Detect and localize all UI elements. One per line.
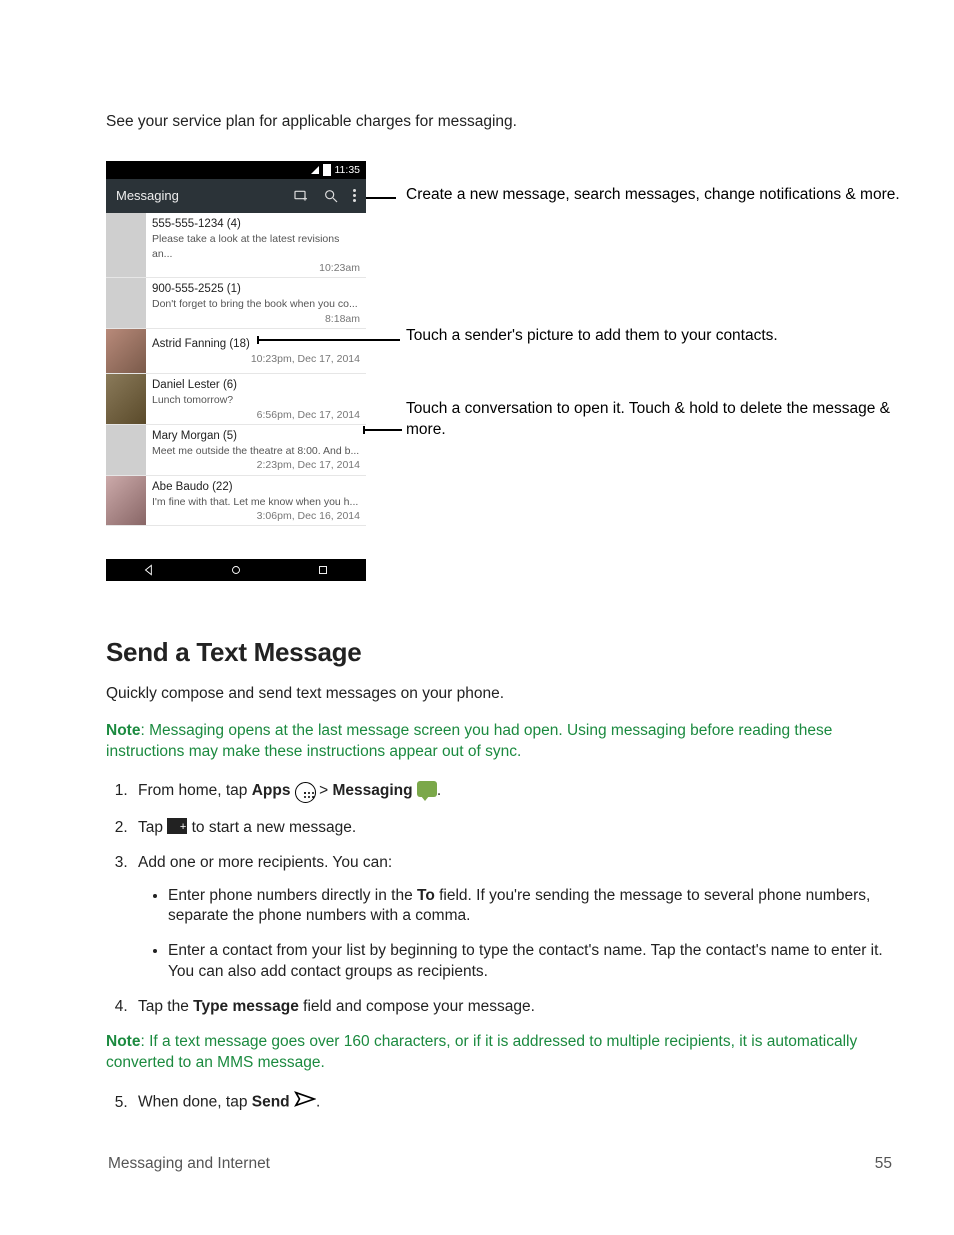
figure: 11:35 Messaging 555-555-1234 (4)Please t… (106, 161, 900, 601)
thread-item[interactable]: Mary Morgan (5)Meet me outside the theat… (106, 425, 366, 476)
intro-text: See your service plan for applicable cha… (106, 112, 900, 133)
avatar[interactable] (106, 278, 146, 328)
callout-avatar: Touch a sender's picture to add them to … (406, 326, 778, 347)
battery-icon (323, 164, 331, 176)
step-4: Tap the Type message field and compose y… (132, 997, 900, 1018)
thread-time: 2:23pm, Dec 17, 2014 (152, 458, 360, 472)
thread-time: 3:06pm, Dec 16, 2014 (152, 509, 360, 523)
thread-sender: 555-555-1234 (4) (152, 217, 360, 233)
section-heading: Send a Text Message (106, 635, 900, 670)
thread-time: 10:23pm, Dec 17, 2014 (152, 352, 360, 366)
thread-sender: Mary Morgan (5) (152, 429, 360, 445)
step-1: From home, tap Apps > Messaging . (132, 779, 900, 802)
home-icon[interactable] (229, 563, 243, 577)
thread-time: 8:18am (152, 312, 360, 326)
step-3: Add one or more recipients. You can: Ent… (132, 853, 900, 984)
step-3-sub-1: Enter phone numbers directly in the To f… (168, 886, 900, 928)
nav-bar (106, 559, 366, 581)
thread-item[interactable]: Abe Baudo (22)I'm fine with that. Let me… (106, 476, 366, 527)
thread-sender: Abe Baudo (22) (152, 480, 360, 496)
thread-item[interactable]: 555-555-1234 (4)Please take a look at th… (106, 213, 366, 278)
section-intro: Quickly compose and send text messages o… (106, 684, 900, 705)
thread-sender: 900-555-2525 (1) (152, 282, 360, 298)
thread-item[interactable]: 900-555-2525 (1)Don't forget to bring th… (106, 278, 366, 329)
avatar[interactable] (106, 425, 146, 475)
note-2: Note: If a text message goes over 160 ch… (106, 1032, 900, 1074)
signal-icon (311, 166, 319, 174)
status-bar: 11:35 (106, 161, 366, 179)
callout-toolbar: Create a new message, search messages, c… (406, 185, 900, 206)
thread-sender: Daniel Lester (6) (152, 378, 360, 394)
status-time: 11:35 (335, 163, 361, 177)
thread-item[interactable]: Daniel Lester (6)Lunch tomorrow?6:56pm, … (106, 374, 366, 425)
messaging-icon (417, 781, 437, 797)
footer-section: Messaging and Internet (108, 1154, 270, 1175)
apps-icon (295, 780, 315, 800)
note-1: Note: Messaging opens at the last messag… (106, 721, 900, 763)
app-bar: Messaging (106, 179, 366, 213)
thread-preview: Meet me outside the theatre at 8:00. And… (152, 444, 360, 458)
overflow-icon[interactable] (353, 189, 356, 202)
thread-preview: Don't forget to bring the book when you … (152, 297, 360, 311)
thread-preview: Please take a look at the latest revisio… (152, 232, 360, 260)
thread-sender: Astrid Fanning (18) (152, 337, 360, 353)
step-3-sub-2: Enter a contact from your list by beginn… (168, 941, 900, 983)
step-5: When done, tap Send . (132, 1090, 900, 1115)
phone-screenshot: 11:35 Messaging 555-555-1234 (4)Please t… (106, 161, 366, 581)
page-number: 55 (875, 1154, 892, 1175)
steps-list: From home, tap Apps > Messaging . Tap to… (106, 779, 900, 1018)
step-2: Tap to start a new message. (132, 816, 900, 839)
thread-time: 6:56pm, Dec 17, 2014 (152, 408, 360, 422)
avatar[interactable] (106, 329, 146, 373)
avatar[interactable] (106, 374, 146, 424)
thread-item[interactable]: Astrid Fanning (18)10:23pm, Dec 17, 2014 (106, 329, 366, 374)
back-icon[interactable] (142, 563, 156, 577)
thread-list: 555-555-1234 (4)Please take a look at th… (106, 213, 366, 559)
thread-preview: Lunch tomorrow? (152, 393, 360, 407)
callout-conversation: Touch a conversation to open it. Touch &… (406, 399, 900, 441)
compose-icon[interactable] (293, 188, 309, 204)
recent-icon[interactable] (316, 563, 330, 577)
page-footer: Messaging and Internet 55 (108, 1154, 892, 1175)
appbar-title: Messaging (116, 187, 293, 205)
thread-time: 10:23am (152, 261, 360, 275)
search-icon[interactable] (323, 188, 339, 204)
thread-preview: I'm fine with that. Let me know when you… (152, 495, 360, 509)
avatar[interactable] (106, 213, 146, 277)
send-icon (294, 1090, 316, 1115)
avatar[interactable] (106, 476, 146, 526)
compose-inline-icon (167, 818, 187, 834)
